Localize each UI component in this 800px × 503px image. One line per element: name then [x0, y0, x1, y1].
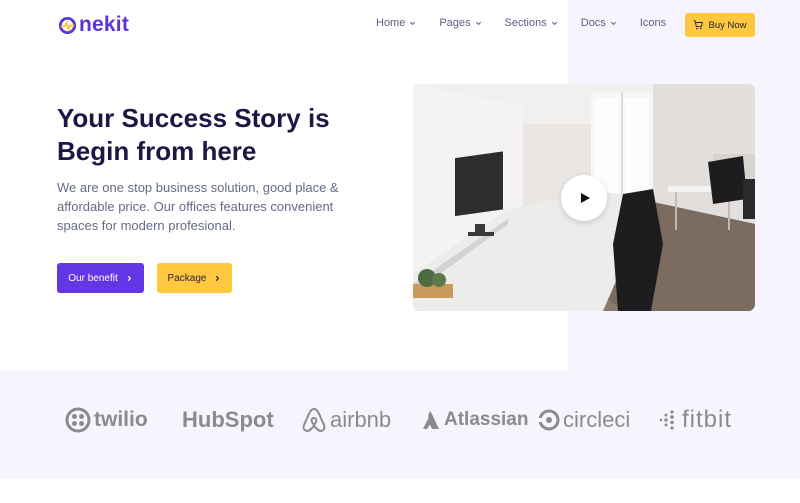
brand-atlassian: Atlassian	[421, 400, 528, 440]
buy-now-label: Buy Now	[708, 19, 747, 31]
brand-airbnb: airbnb	[301, 400, 391, 440]
nav-item-label: Docs	[580, 17, 606, 29]
our-benefit-button[interactable]: Our benefit	[57, 263, 144, 293]
nav-item-home[interactable]: Home	[376, 17, 416, 29]
chevron-right-icon	[127, 275, 131, 281]
chevron-down-icon	[475, 21, 481, 25]
nav-item-docs[interactable]: Docs	[581, 17, 617, 29]
our-benefit-label: Our benefit	[68, 272, 118, 284]
brand-hubspot: HubSpot	[182, 400, 274, 440]
package-button[interactable]: Package	[157, 263, 232, 293]
package-label: Package	[167, 272, 207, 284]
chevron-right-icon	[216, 275, 220, 281]
logo-text: nekit	[79, 13, 130, 36]
chevron-down-icon	[410, 21, 416, 25]
twilio-icon	[65, 407, 91, 433]
brand-name: fitbit	[682, 406, 733, 433]
brand-twilio: twilio	[65, 400, 148, 440]
brand-fitbit: fitbit	[657, 400, 732, 440]
airbnb-icon	[302, 407, 326, 432]
brand-circleci: circleci	[538, 400, 630, 440]
circleci-icon	[538, 409, 560, 431]
nav-item-label: Icons	[639, 17, 667, 29]
hero-description: We are one stop business solution, good …	[57, 180, 339, 233]
main-nav: Home Pages Sections Docs Icons	[376, 17, 666, 29]
brand-logos-section: twilio HubSpot airbnb Atlassian circleci…	[0, 370, 800, 479]
brand-name: airbnb	[330, 407, 392, 432]
play-button[interactable]	[561, 175, 607, 221]
hero-title: Your Success Story is Begin from here	[57, 103, 330, 166]
chevron-down-icon	[610, 21, 616, 25]
logo[interactable]: nekit	[58, 12, 129, 38]
brand-name: circleci	[563, 407, 631, 432]
cart-icon	[693, 20, 704, 30]
page: nekit Home Pages Sections Docs Icons Buy…	[0, 0, 800, 503]
logo-icon	[58, 16, 77, 34]
nav-item-sections[interactable]: Sections	[505, 17, 558, 29]
nav-item-icons[interactable]: Icons	[640, 17, 666, 29]
play-icon	[581, 193, 590, 203]
nav-item-label: Sections	[504, 17, 547, 29]
nav-item-label: Pages	[439, 17, 471, 29]
chevron-down-icon	[551, 21, 557, 25]
nav-item-pages[interactable]: Pages	[439, 17, 481, 29]
nav-item-label: Home	[376, 17, 406, 29]
brand-name: twilio	[94, 408, 148, 431]
brand-name: Atlassian	[444, 409, 529, 430]
brand-name: HubSpot	[182, 407, 274, 432]
atlassian-icon	[423, 411, 439, 429]
buy-now-button[interactable]: Buy Now	[685, 13, 755, 37]
fitbit-icon	[659, 410, 674, 430]
